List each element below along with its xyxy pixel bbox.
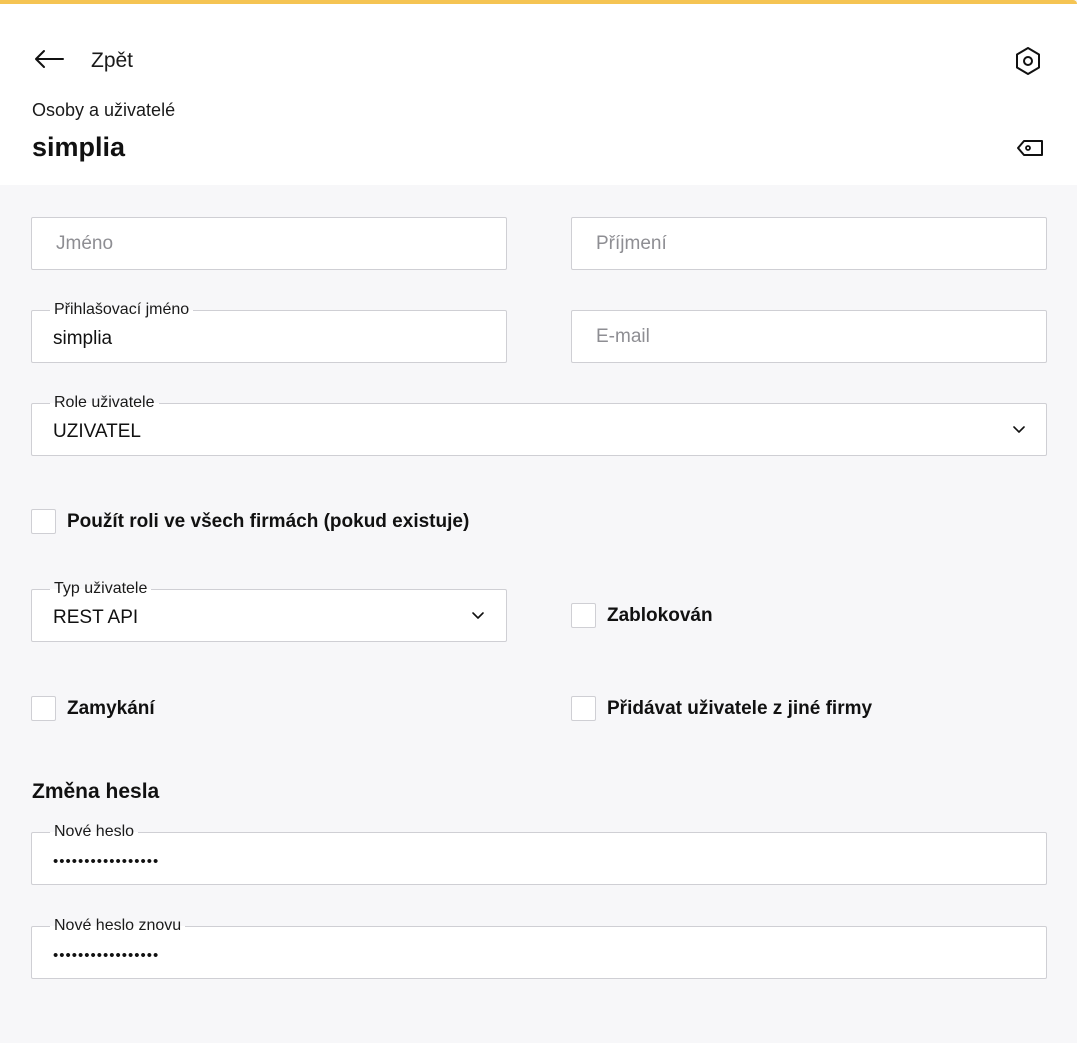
- use-role-all-companies-checkbox[interactable]: Použít roli ve všech firmách (pokud exis…: [31, 509, 469, 534]
- new-password-again-field[interactable]: Nové heslo znovu •••••••••••••••••: [31, 917, 1047, 979]
- login-value: simplia: [53, 328, 113, 349]
- first-name-field[interactable]: Jméno: [31, 217, 507, 270]
- blocked-label: Zablokován: [607, 604, 713, 626]
- back-label: Zpět: [91, 49, 134, 72]
- back-button[interactable]: Zpět: [34, 46, 133, 76]
- page-title: simplia: [32, 132, 126, 162]
- user-type-select[interactable]: Typ uživatele REST API: [31, 580, 507, 642]
- add-from-other-company-label: Přidávat uživatele z jiné firmy: [607, 697, 873, 719]
- role-value: UZIVATEL: [53, 421, 141, 442]
- user-type-value: REST API: [53, 607, 139, 628]
- email-placeholder: E-mail: [596, 326, 650, 347]
- user-type-label: Typ uživatele: [50, 580, 152, 598]
- add-from-other-company-checkbox[interactable]: Přidávat uživatele z jiné firmy: [571, 696, 872, 721]
- checkbox-box[interactable]: [571, 696, 596, 721]
- role-label: Role uživatele: [50, 394, 159, 412]
- checkbox-box[interactable]: [571, 603, 596, 628]
- checkbox-box[interactable]: [31, 696, 56, 721]
- new-password-again-value: •••••••••••••••••: [53, 947, 160, 964]
- new-password-again-label: Nové heslo znovu: [50, 917, 186, 935]
- new-password-field[interactable]: Nové heslo •••••••••••••••••: [31, 823, 1047, 885]
- page-header: Zpět Osoby a uživatelé simplia: [0, 4, 1077, 185]
- blocked-checkbox[interactable]: Zablokován: [571, 603, 713, 628]
- role-select[interactable]: Role uživatele UZIVATEL: [31, 394, 1047, 456]
- new-password-value: •••••••••••••••••: [53, 853, 160, 870]
- last-name-field[interactable]: Příjmení: [571, 217, 1047, 270]
- chevron-down-icon: [1012, 422, 1026, 436]
- new-password-label: Nové heslo: [50, 823, 139, 841]
- checkbox-box[interactable]: [31, 509, 56, 534]
- breadcrumb: Osoby a uživatelé: [32, 100, 176, 120]
- locking-checkbox[interactable]: Zamykání: [31, 696, 155, 721]
- login-field[interactable]: Přihlašovací jméno simplia: [31, 301, 507, 363]
- gear-hex-icon[interactable]: [1013, 45, 1043, 77]
- arrow-left-icon: [34, 49, 64, 74]
- password-section-title: Změna hesla: [32, 780, 160, 803]
- first-name-placeholder: Jméno: [56, 233, 114, 254]
- locking-label: Zamykání: [67, 697, 155, 719]
- tag-icon[interactable]: [1016, 138, 1044, 158]
- email-field[interactable]: E-mail: [571, 310, 1047, 363]
- last-name-placeholder: Příjmení: [596, 233, 667, 254]
- use-role-all-companies-label: Použít roli ve všech firmách (pokud exis…: [67, 510, 470, 532]
- chevron-down-icon: [471, 608, 485, 622]
- login-label: Přihlašovací jméno: [50, 301, 194, 319]
